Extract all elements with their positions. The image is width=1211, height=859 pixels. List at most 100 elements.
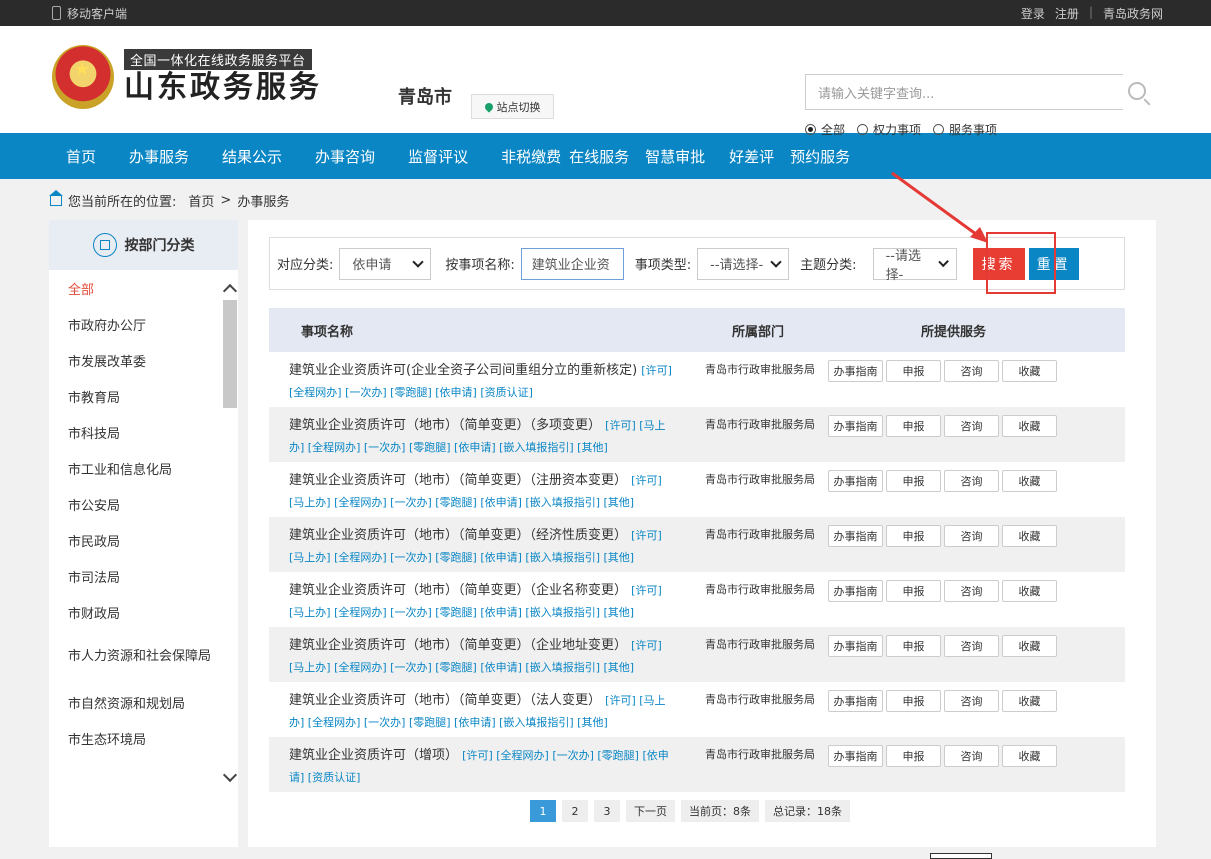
- next-page-button[interactable]: 下一页: [626, 800, 675, 822]
- item-title-link[interactable]: 建筑业企业资质许可(企业全资子公司间重组分立的重新核定): [289, 363, 637, 378]
- consult-button[interactable]: 咨询: [944, 470, 999, 492]
- keyword-search-input[interactable]: 请输入关键字查询...: [805, 74, 1123, 110]
- type-value: --请选择-: [710, 258, 764, 273]
- qingdao-gov-link[interactable]: 青岛政务网: [1103, 5, 1163, 22]
- radio-power-items[interactable]: 权力事项: [857, 121, 921, 138]
- phone-icon: [52, 6, 61, 20]
- sidebar-item[interactable]: 市自然资源和规划局: [49, 684, 219, 720]
- apply-button[interactable]: 申报: [886, 580, 941, 602]
- favorite-button[interactable]: 收藏: [1002, 745, 1057, 767]
- consult-button[interactable]: 咨询: [944, 415, 999, 437]
- breadcrumb-sep: >: [220, 193, 232, 208]
- chevron-up-icon[interactable]: [222, 283, 238, 299]
- nav-rating[interactable]: 好差评: [729, 146, 774, 167]
- table-row: 建筑业企业资质许可（地市）（简单变更）（注册资本变更） [许可] [马上办] […: [269, 462, 1125, 517]
- category-select[interactable]: 依申请: [339, 247, 432, 280]
- consult-button[interactable]: 咨询: [944, 690, 999, 712]
- item-title-link[interactable]: 建筑业企业资质许可（增项）: [289, 748, 458, 763]
- nav-services[interactable]: 办事服务: [129, 146, 189, 167]
- consult-button[interactable]: 咨询: [944, 360, 999, 382]
- favorite-button[interactable]: 收藏: [1002, 690, 1057, 712]
- consult-button[interactable]: 咨询: [944, 580, 999, 602]
- current-page-info: 当前页：8条: [681, 800, 759, 822]
- mobile-client-link[interactable]: 移动客户端: [52, 5, 127, 22]
- page-3-button[interactable]: 3: [594, 800, 620, 822]
- register-link[interactable]: 注册: [1055, 5, 1079, 22]
- nav-online[interactable]: 在线服务: [569, 146, 629, 167]
- sidebar-scrollbar[interactable]: [223, 300, 237, 408]
- table-row: 建筑业企业资质许可（地市）（简单变更）（多项变更） [许可] [马上办] [全程…: [269, 407, 1125, 462]
- nav-booking[interactable]: 预约服务: [790, 146, 850, 167]
- sidebar-item[interactable]: 市民政局: [49, 522, 219, 558]
- sidebar-item[interactable]: 市生态环境局: [49, 720, 219, 756]
- page-1-button[interactable]: 1: [530, 800, 556, 822]
- national-emblem-icon: [52, 45, 114, 109]
- favorite-button[interactable]: 收藏: [1002, 360, 1057, 382]
- apply-button[interactable]: 申报: [886, 360, 941, 382]
- sidebar-item[interactable]: 市发展改革委: [49, 342, 219, 378]
- sidebar-item[interactable]: 市政府办公厅: [49, 306, 219, 342]
- consult-button[interactable]: 咨询: [944, 635, 999, 657]
- breadcrumb-home[interactable]: 首页: [188, 191, 214, 210]
- sidebar-item[interactable]: 市公安局: [49, 486, 219, 522]
- item-name-input[interactable]: 建筑业企业资: [520, 247, 624, 280]
- guide-button[interactable]: 办事指南: [828, 690, 883, 712]
- login-link[interactable]: 登录: [1021, 5, 1045, 22]
- item-title-link[interactable]: 建筑业企业资质许可（地市）（简单变更）（企业地址变更）: [289, 638, 627, 653]
- sidebar-item[interactable]: 市司法局: [49, 558, 219, 594]
- guide-button[interactable]: 办事指南: [828, 470, 883, 492]
- guide-button[interactable]: 办事指南: [828, 745, 883, 767]
- nav-nontax[interactable]: 非税缴费: [501, 146, 561, 167]
- guide-button[interactable]: 办事指南: [828, 415, 883, 437]
- site-logo[interactable]: 全国一体化在线政务服务平台 山东政务服务: [52, 45, 322, 109]
- sidebar-item-all[interactable]: 全部: [49, 270, 219, 306]
- breadcrumb-prefix: 您当前所在的位置:: [68, 195, 177, 210]
- chevron-down-icon[interactable]: [222, 767, 238, 783]
- item-title-link[interactable]: 建筑业企业资质许可（地市）（简单变更）（经济性质变更）: [289, 528, 627, 543]
- item-title-link[interactable]: 建筑业企业资质许可（地市）（简单变更）（注册资本变更）: [289, 473, 627, 488]
- nav-results[interactable]: 结果公示: [222, 146, 282, 167]
- header-service: 所提供服务: [921, 325, 987, 340]
- guide-button[interactable]: 办事指南: [828, 360, 883, 382]
- page-2-button[interactable]: 2: [562, 800, 588, 822]
- sidebar-item[interactable]: 市工业和信息化局: [49, 450, 219, 486]
- item-title-link[interactable]: 建筑业企业资质许可（地市）（简单变更）（法人变更）: [289, 693, 601, 708]
- sidebar-item[interactable]: 市人力资源和社会保障局: [49, 630, 219, 684]
- item-title-link[interactable]: 建筑业企业资质许可（地市）（简单变更）（多项变更）: [289, 418, 601, 433]
- guide-button[interactable]: 办事指南: [828, 525, 883, 547]
- favorite-button[interactable]: 收藏: [1002, 415, 1057, 437]
- header-dept: 所属部门: [732, 325, 785, 340]
- apply-button[interactable]: 申报: [886, 470, 941, 492]
- favorite-button[interactable]: 收藏: [1002, 635, 1057, 657]
- apply-button[interactable]: 申报: [886, 745, 941, 767]
- type-select[interactable]: --请选择-: [697, 247, 790, 280]
- consult-button[interactable]: 咨询: [944, 525, 999, 547]
- nav-home[interactable]: 首页: [66, 146, 96, 167]
- radio-all[interactable]: 全部: [805, 121, 845, 138]
- radio-service-items[interactable]: 服务事项: [933, 121, 997, 138]
- sidebar-title: 按部门分类: [124, 238, 195, 254]
- guide-button[interactable]: 办事指南: [828, 580, 883, 602]
- item-dept: 青岛市行政审批服务局: [705, 528, 815, 541]
- site-switch-button[interactable]: 站点切换: [471, 94, 554, 119]
- search-icon[interactable]: [1128, 82, 1146, 100]
- sidebar-item[interactable]: 市科技局: [49, 414, 219, 450]
- nav-consult[interactable]: 办事咨询: [315, 146, 375, 167]
- apply-button[interactable]: 申报: [886, 525, 941, 547]
- favorite-button[interactable]: 收藏: [1002, 470, 1057, 492]
- consult-button[interactable]: 咨询: [944, 745, 999, 767]
- item-title-link[interactable]: 建筑业企业资质许可（地市）（简单变更）（企业名称变更）: [289, 583, 627, 598]
- favorite-button[interactable]: 收藏: [1002, 580, 1057, 602]
- apply-button[interactable]: 申报: [886, 635, 941, 657]
- results-table: 建筑业企业资质许可(企业全资子公司间重组分立的重新核定) [许可] [全程网办]…: [269, 352, 1125, 792]
- sidebar-item[interactable]: 市教育局: [49, 378, 219, 414]
- main-panel: 对应分类: 依申请 按事项名称: 建筑业企业资 事项类型: --请选择- 主题分…: [248, 220, 1156, 847]
- sidebar-item[interactable]: 市财政局: [49, 594, 219, 630]
- apply-button[interactable]: 申报: [886, 415, 941, 437]
- type-label: 事项类型:: [634, 258, 692, 273]
- nav-supervision[interactable]: 监督评议: [408, 146, 468, 167]
- guide-button[interactable]: 办事指南: [828, 635, 883, 657]
- apply-button[interactable]: 申报: [886, 690, 941, 712]
- nav-smart-approval[interactable]: 智慧审批: [645, 146, 705, 167]
- favorite-button[interactable]: 收藏: [1002, 525, 1057, 547]
